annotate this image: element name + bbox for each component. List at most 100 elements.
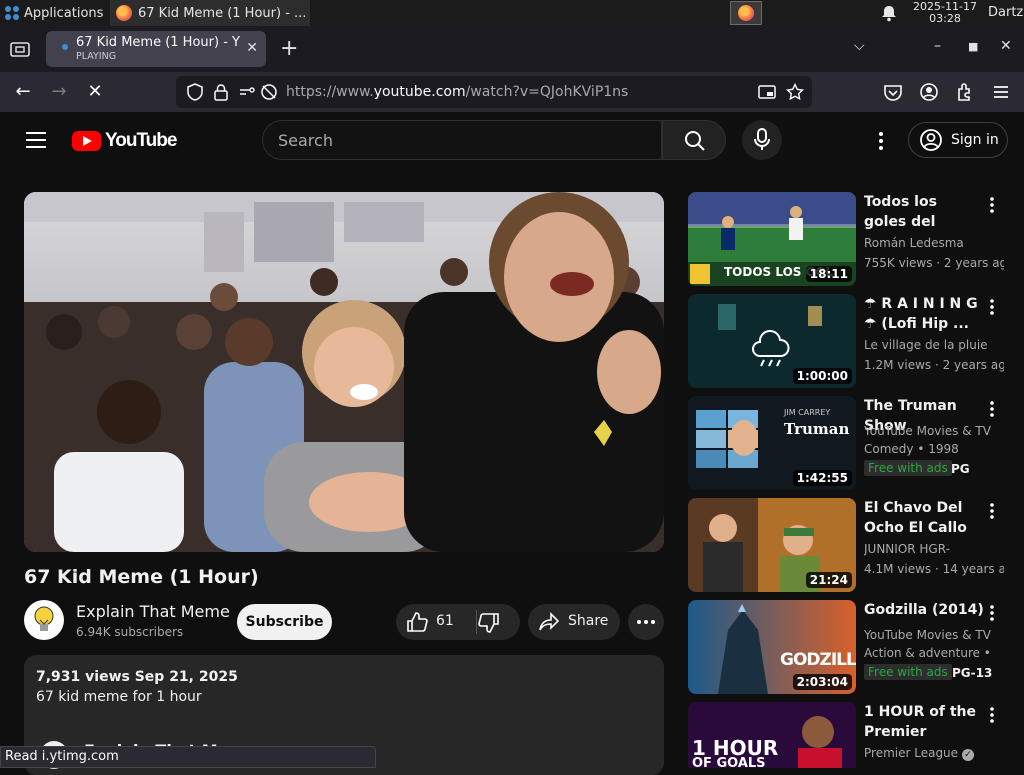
dislike-button[interactable]	[478, 604, 520, 640]
video-thumbnail[interactable]: TODOS LOS GOL 18:11	[688, 192, 856, 286]
video-duration: 18:11	[805, 266, 852, 282]
subscribe-button[interactable]: Subscribe	[237, 604, 332, 640]
autoplay-blocked-icon[interactable]	[260, 83, 278, 101]
account-icon[interactable]	[918, 81, 940, 103]
recommendation-menu-icon[interactable]	[987, 502, 997, 520]
notification-bell-icon[interactable]	[880, 4, 898, 22]
recommendation-title[interactable]: El Chavo Del Ocho El Callo ...	[864, 498, 984, 538]
recommendation-menu-icon[interactable]	[987, 604, 997, 622]
recommendation-channel[interactable]: YouTube Movies & TV	[864, 424, 1004, 438]
recommendation-channel[interactable]: Román Ledesma	[864, 236, 1004, 250]
youtube-header: YouTube Search Sign in	[0, 112, 1024, 168]
tab-status: PLAYING	[76, 51, 117, 62]
recommendation-item[interactable]: TODOS LOS GOL 18:11 Todos los goles del …	[688, 192, 1008, 288]
tab-title: 67 Kid Meme (1 Hour) - Y	[76, 35, 240, 50]
free-with-ads-badge: Free with ads	[864, 664, 952, 680]
guide-menu-icon[interactable]	[26, 132, 46, 148]
search-input[interactable]: Search	[262, 120, 662, 160]
stop-loading-icon[interactable]: ✕	[84, 81, 106, 103]
url-domain: youtube.com	[373, 84, 466, 100]
recommendation-menu-icon[interactable]	[987, 400, 997, 418]
lightbulb-icon	[34, 606, 54, 631]
youtube-play-icon	[72, 131, 101, 151]
channel-name[interactable]: Explain That Meme	[76, 602, 230, 621]
tab-close-icon[interactable]: ✕	[246, 40, 258, 56]
recommendation-channel[interactable]: Premier League ✓	[864, 746, 1004, 761]
applications-icon	[5, 6, 19, 20]
pocket-icon[interactable]	[882, 81, 904, 103]
recommendation-item[interactable]: JIM CARREY Truman 1:42:55 The Truman Sho…	[688, 396, 1008, 492]
hamburger-menu-icon[interactable]	[990, 81, 1012, 103]
recommendation-item[interactable]: 1 HOUR OF GOALS 1 HOUR of the Premier Le…	[688, 702, 1008, 768]
new-tab-icon[interactable]: +	[280, 36, 298, 61]
view-count-date: 7,931 views Sep 21, 2025	[36, 669, 238, 685]
channel-info[interactable]: Explain That Meme 6.94K subscribers	[24, 600, 230, 640]
search-button[interactable]	[662, 120, 726, 160]
sign-in-button[interactable]: Sign in	[908, 122, 1008, 158]
recommendation-stats: Action & adventure •	[864, 646, 991, 660]
share-button[interactable]: Share	[528, 604, 620, 640]
browser-status-bar: Read i.ytimg.com	[0, 746, 376, 768]
recommendation-title[interactable]: ☂ R A I N I N G ☂ (Lofi Hip ...	[864, 294, 984, 334]
bookmark-star-icon[interactable]	[786, 83, 804, 101]
recommendation-item[interactable]: 21:24 El Chavo Del Ocho El Callo ... JUN…	[688, 498, 1008, 594]
recommendation-stats: 1.2M views · 2 years ago	[864, 358, 1004, 372]
video-thumbnail[interactable]: 21:24	[688, 498, 856, 592]
tab-overflow-chevron-icon[interactable]: ⌵	[854, 38, 865, 54]
voice-search-button[interactable]	[742, 120, 782, 160]
recommendation-menu-icon[interactable]	[987, 706, 997, 724]
applications-menu[interactable]: Applications	[0, 5, 110, 21]
settings-kebab-icon[interactable]	[872, 130, 890, 152]
url-path: /watch?v=QJohKViP1ns	[465, 84, 629, 100]
tab-list-icon[interactable]	[10, 40, 30, 58]
tray-firefox-button[interactable]	[730, 1, 762, 25]
video-player[interactable]	[24, 192, 664, 552]
youtube-logo[interactable]: YouTube	[72, 130, 177, 152]
permissions-icon[interactable]	[238, 83, 256, 101]
browser-tab-active[interactable]: 67 Kid Meme (1 Hour) - Y PLAYING ✕	[46, 31, 266, 67]
recommendation-channel[interactable]: YouTube Movies & TV	[864, 628, 1004, 642]
recommendation-item[interactable]: GODZILLA 2:03:04 Godzilla (2014) YouTube…	[688, 600, 1008, 696]
subscriber-count: 6.94K subscribers	[76, 625, 184, 639]
os-taskbar: Applications 67 Kid Meme (1 Hour) - ... …	[0, 0, 1024, 26]
verified-badge-icon: ✓	[961, 749, 974, 761]
minimize-window-icon[interactable]: –	[934, 38, 941, 54]
url-text[interactable]: https://www.youtube.com/watch?v=QJohKViP…	[286, 84, 628, 100]
recommendation-channel[interactable]: JUNNIOR HGR-	[864, 542, 1004, 556]
like-divider	[476, 610, 477, 634]
clock[interactable]: 2025-11-17 03:28	[910, 1, 980, 25]
recommendation-channel[interactable]: Le village de la pluie	[864, 338, 1004, 352]
video-duration: 1:42:55	[792, 470, 852, 486]
close-window-icon[interactable]: ✕	[1000, 38, 1012, 54]
channel-avatar[interactable]	[24, 600, 64, 640]
url-bar[interactable]: https://www.youtube.com/watch?v=QJohKViP…	[176, 76, 812, 108]
user-circle-icon	[920, 129, 942, 151]
video-thumbnail[interactable]: 1:00:00	[688, 294, 856, 388]
shield-icon[interactable]	[186, 83, 204, 101]
picture-in-picture-icon[interactable]	[758, 83, 776, 101]
back-arrow-icon[interactable]: ←	[12, 81, 34, 103]
more-horizontal-icon	[637, 620, 655, 624]
maximize-window-icon[interactable]: ■	[968, 40, 978, 53]
more-actions-button[interactable]	[628, 604, 664, 640]
recommendation-title[interactable]: Todos los goles del Superclásic...	[864, 192, 984, 232]
video-duration: 1:00:00	[792, 368, 852, 384]
lock-icon[interactable]	[212, 83, 230, 101]
forward-arrow-icon[interactable]: →	[48, 81, 70, 103]
sign-in-label: Sign in	[951, 132, 999, 148]
recommendation-menu-icon[interactable]	[987, 298, 997, 316]
taskbar-window-firefox[interactable]: 67 Kid Meme (1 Hour) - ...	[110, 0, 310, 26]
user-name[interactable]: Dartz	[988, 5, 1023, 20]
recommendation-title[interactable]: Godzilla (2014)	[864, 600, 984, 620]
search-placeholder: Search	[278, 131, 333, 150]
thumbnail-caption: Truman	[784, 420, 850, 438]
recommendation-title[interactable]: 1 HOUR of the Premier League'...	[864, 702, 984, 742]
extensions-icon[interactable]	[954, 81, 976, 103]
recommendation-menu-icon[interactable]	[987, 196, 997, 214]
thumbs-down-icon	[478, 613, 499, 633]
video-thumbnail[interactable]: 1 HOUR OF GOALS	[688, 702, 856, 768]
video-thumbnail[interactable]: JIM CARREY Truman 1:42:55	[688, 396, 856, 490]
like-button[interactable]: 61	[396, 604, 476, 640]
video-thumbnail[interactable]: GODZILLA 2:03:04	[688, 600, 856, 694]
recommendation-item[interactable]: 1:00:00 ☂ R A I N I N G ☂ (Lofi Hip ... …	[688, 294, 1008, 390]
